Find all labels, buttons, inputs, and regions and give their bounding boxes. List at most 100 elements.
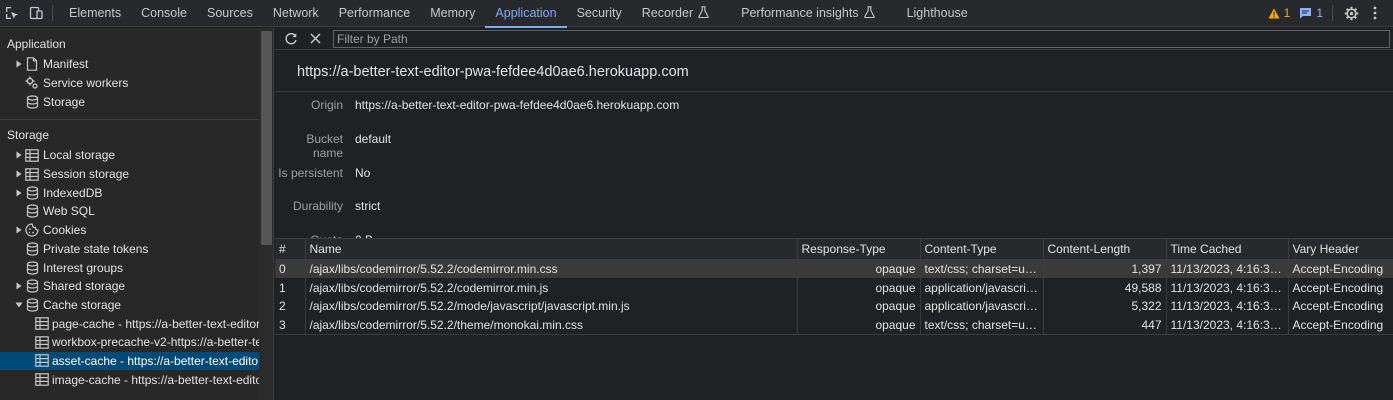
device-toolbar-icon[interactable]: [24, 0, 48, 27]
column-header-content-type[interactable]: Content-Type: [920, 238, 1044, 260]
table-row[interactable]: 2/ajax/libs/codemirror/5.52.2/mode/javas…: [275, 296, 1393, 316]
table-row[interactable]: 0/ajax/libs/codemirror/5.52.2/codemirror…: [275, 259, 1393, 279]
sidebar-item-label: Interest groups: [43, 260, 124, 275]
sidebar-item-page-cache-https-a-better-text-editor-pw[interactable]: page-cache - https://a-better-text-edito…: [0, 314, 259, 333]
column-header-name[interactable]: Name: [305, 238, 798, 260]
refresh-button[interactable]: [279, 28, 303, 50]
table-icon: [35, 373, 49, 387]
devtools-tab-bar: Elements Console Sources Network Performance…: [0, 0, 1393, 28]
tab-performance-insights[interactable]: Performance insights: [731, 0, 896, 27]
expand-down-arrow-icon[interactable]: [14, 302, 24, 308]
database-icon: [24, 186, 40, 200]
sidebar-item-interest-groups[interactable]: Interest groups: [0, 258, 259, 277]
tab-lighthouse[interactable]: Lighthouse: [897, 0, 978, 27]
tab-label: Console: [141, 6, 187, 20]
detail-key: Is persistent: [278, 166, 343, 180]
expand-right-arrow-icon[interactable]: [14, 170, 24, 178]
tab-security[interactable]: Security: [567, 0, 632, 27]
sidebar-item-shared-storage[interactable]: Shared storage: [0, 277, 259, 296]
section-title-storage: Storage: [7, 128, 50, 143]
sidebar-item-workbox-precache-v2-https-a-better-text-[interactable]: workbox-precache-v2-https://a-better-tex…: [0, 333, 259, 352]
filter-path-input[interactable]: [333, 29, 1390, 48]
tab-application[interactable]: Application: [485, 0, 567, 28]
column-header-content-length[interactable]: Content-Length: [1043, 238, 1167, 260]
clear-button[interactable]: [303, 28, 327, 50]
table-row[interactable]: 3/ajax/libs/codemirror/5.52.2/theme/mono…: [275, 315, 1393, 335]
cache-toolbar: [275, 28, 1393, 50]
cell-name: /ajax/libs/codemirror/5.52.2/mode/javasc…: [305, 296, 798, 316]
cell-time-cached: 11/13/2023, 4:16:35 P...: [1166, 296, 1289, 316]
sidebar-item-image-cache-https-a-better-text-editor-p[interactable]: image-cache - https://a-better-text-edit…: [0, 370, 259, 389]
table-icon: [24, 167, 40, 181]
cell-time-cached: 11/13/2023, 4:16:35 P...: [1166, 278, 1289, 297]
more-options-icon[interactable]: [1363, 0, 1387, 27]
sidebar-item-label: IndexedDB: [43, 185, 103, 200]
application-sidebar: Application Manifest Service workers Stora…: [0, 28, 259, 400]
detail-value: No: [355, 166, 371, 180]
table-row[interactable]: 1/ajax/libs/codemirror/5.52.2/codemirror…: [275, 278, 1393, 297]
warning-icon: [1268, 8, 1280, 18]
sidebar-item-local-storage[interactable]: Local storage: [0, 146, 259, 165]
sidebar-item-label: Web SQL: [43, 204, 95, 219]
cell-content-length: 5,322: [1043, 296, 1167, 316]
tab-performance[interactable]: Performance: [329, 0, 421, 27]
sidebar-item-label: asset-cache - https://a-better-text-edit…: [52, 353, 259, 368]
document-icon: [24, 57, 40, 72]
sidebar-item-asset-cache-https-a-better-text-editor-p[interactable]: asset-cache - https://a-better-text-edit…: [0, 351, 259, 371]
warnings-badge[interactable]: 1: [1268, 6, 1290, 20]
detail-key: Origin: [310, 98, 343, 112]
tab-elements[interactable]: Elements: [59, 0, 131, 27]
expand-right-arrow-icon[interactable]: [14, 189, 24, 197]
origin-heading: https://a-better-text-editor-pwa-fefdee4…: [297, 64, 689, 80]
sidebar-item-session-storage[interactable]: Session storage: [0, 165, 259, 184]
tab-label: Performance insights: [741, 6, 859, 20]
sidebar-scrollbar-thumb[interactable]: [261, 31, 272, 245]
sidebar-item-cache-storage[interactable]: Cache storage: [0, 296, 259, 315]
table-header-row: # Name Response-Type Content-Type Content-Le…: [275, 238, 1393, 260]
tab-sources[interactable]: Sources: [197, 0, 263, 27]
cell-idx: 0: [275, 259, 306, 279]
tab-network[interactable]: Network: [263, 0, 329, 27]
tab-console[interactable]: Console: [131, 0, 197, 27]
expand-right-arrow-icon[interactable]: [14, 151, 24, 159]
cell-name: /ajax/libs/codemirror/5.52.2/codemirror.…: [305, 259, 798, 279]
expand-right-arrow-icon[interactable]: [14, 282, 24, 290]
detail-row-durability: Durability strict: [275, 199, 975, 213]
cell-response-type: opaque: [797, 296, 921, 316]
column-header-time-cached[interactable]: Time Cached: [1166, 238, 1289, 260]
column-header-index[interactable]: #: [275, 238, 306, 260]
expand-right-arrow-icon[interactable]: [14, 226, 24, 234]
sidebar-item-label: page-cache - https://a-better-text-edito…: [52, 316, 259, 331]
message-icon: [1300, 8, 1312, 19]
expand-right-arrow-icon[interactable]: [14, 60, 24, 68]
tab-label: Performance: [338, 6, 411, 20]
tab-memory[interactable]: Memory: [420, 0, 485, 27]
toolbar-divider: [1332, 5, 1333, 21]
inspect-element-icon[interactable]: [0, 0, 24, 27]
sidebar-item-service-workers[interactable]: Service workers: [0, 74, 259, 93]
issues-badge[interactable]: 1: [1299, 6, 1323, 20]
detail-row-origin: Origin https://a-better-text-editor-pwa-f…: [275, 98, 975, 112]
tab-label: Lighthouse: [906, 6, 968, 20]
cookie-icon: [24, 223, 40, 237]
settings-gear-icon[interactable]: [1339, 0, 1363, 27]
column-header-vary-header[interactable]: Vary Header: [1288, 238, 1393, 260]
sidebar-item-cookies[interactable]: Cookies: [0, 221, 259, 240]
cell-vary: Accept-Encoding: [1288, 296, 1393, 316]
sidebar-item-web-sql[interactable]: Web SQL: [0, 202, 259, 221]
database-icon: [24, 204, 40, 219]
database-icon: [24, 298, 40, 312]
sidebar-item-private-state-tokens[interactable]: Private state tokens: [0, 240, 259, 259]
sidebar-item-indexeddb[interactable]: IndexedDB: [0, 183, 259, 202]
cell-content-length: 49,588: [1043, 278, 1167, 297]
detail-value: https://a-better-text-editor-pwa-fefdee4…: [355, 98, 680, 112]
sidebar-scrollbar[interactable]: [259, 28, 274, 400]
sidebar-item-storage[interactable]: Storage: [0, 92, 259, 111]
column-header-response-type[interactable]: Response-Type: [797, 238, 921, 260]
database-icon: [24, 95, 40, 109]
tab-recorder[interactable]: Recorder: [632, 0, 731, 27]
cache-entries-table: # Name Response-Type Content-Type Content-Le…: [275, 238, 1393, 335]
sidebar-item-label: workbox-precache-v2-https://a-better-tex…: [52, 335, 259, 350]
sidebar-item-label: Manifest: [43, 57, 89, 72]
sidebar-item-manifest[interactable]: Manifest: [0, 55, 259, 74]
